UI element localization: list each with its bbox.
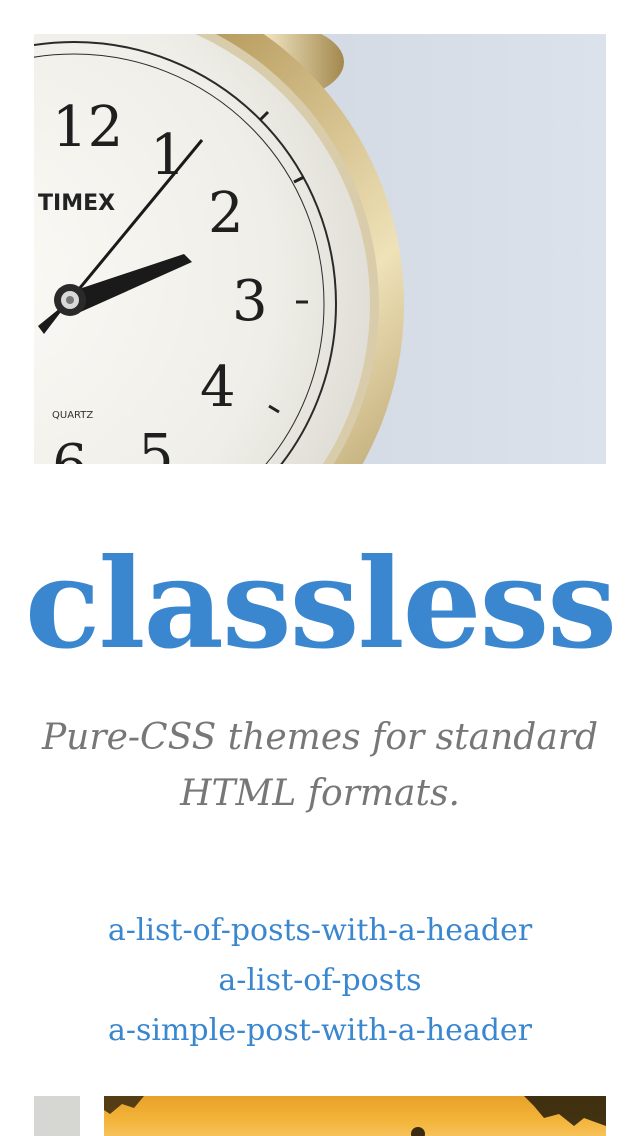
nav-item: a-simple-post-with-a-header (0, 1006, 640, 1056)
svg-text:5: 5 (138, 423, 174, 464)
svg-text:2: 2 (208, 181, 244, 246)
site-title[interactable]: classless (0, 530, 640, 680)
post-thumbnail-gray[interactable] (34, 1096, 80, 1136)
svg-text:4: 4 (200, 355, 236, 420)
svg-text:TIMEX: TIMEX (38, 191, 115, 216)
hero-image: 12 1 2 3 4 5 6 TIMEX QUARTZ (34, 34, 606, 464)
nav-link-a-list-of-posts-with-a-header[interactable]: a-list-of-posts-with-a-header (108, 913, 532, 948)
nav-list: a-list-of-posts-with-a-header a-list-of-… (0, 906, 640, 1056)
svg-text:1: 1 (150, 123, 186, 188)
svg-text:3: 3 (232, 269, 268, 334)
nav-item: a-list-of-posts-with-a-header (0, 906, 640, 956)
svg-text:QUARTZ: QUARTZ (52, 410, 93, 421)
site-description: Pure-CSS themes for standard HTML format… (41, 717, 599, 814)
nav-item: a-list-of-posts (0, 956, 640, 1006)
post-thumbnail-sunset[interactable] (104, 1096, 606, 1136)
nav-link-a-list-of-posts[interactable]: a-list-of-posts (218, 963, 421, 998)
svg-text:12: 12 (52, 95, 123, 160)
nav-link-a-simple-post-with-a-header[interactable]: a-simple-post-with-a-header (108, 1013, 532, 1048)
svg-text:6: 6 (52, 433, 88, 464)
